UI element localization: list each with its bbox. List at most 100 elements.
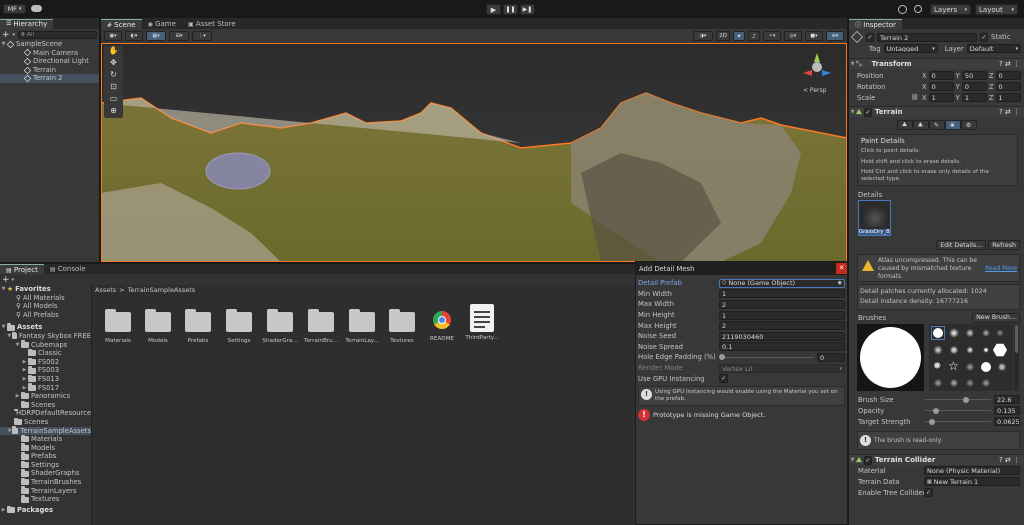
layout-dropdown[interactable]: Layout ▾	[975, 4, 1018, 15]
tab-hierarchy[interactable]: ☰ Hierarchy	[0, 18, 54, 29]
move-tool-icon[interactable]: ✥	[104, 58, 123, 70]
collider-enabled-checkbox[interactable]: ✓	[863, 455, 872, 465]
min-height-field[interactable]: 1	[719, 310, 845, 320]
max-width-field[interactable]: 2	[719, 299, 845, 309]
brush-swatch[interactable]	[949, 345, 959, 355]
target-strength-field[interactable]: 0.0625	[994, 417, 1020, 426]
scale-z-field[interactable]: 1	[995, 93, 1021, 102]
history-icon[interactable]	[898, 5, 907, 14]
static-checkbox[interactable]: ✓	[980, 32, 988, 42]
brush-size-slider[interactable]	[925, 396, 991, 404]
terrain-header[interactable]: ▼ ⛰ ✓ Terrain ? ⇄ ⋮	[849, 106, 1024, 117]
layer-dropdown[interactable]: Default ▾	[966, 44, 1021, 53]
brush-swatch[interactable]: ☆	[948, 360, 960, 372]
transform-header[interactable]: ▼ ⤡ Transform ? ⇄ ⋮	[849, 58, 1024, 69]
orientation-gizmo-icon[interactable]	[801, 51, 833, 83]
tree-folder[interactable]: Models	[0, 443, 91, 453]
rotate-tool-icon[interactable]: ↻	[104, 70, 123, 82]
gpu-instancing-checkbox[interactable]: ✓	[719, 374, 728, 384]
read-more-link[interactable]: Read More	[985, 265, 1017, 272]
tag-dropdown[interactable]: Untagged ▾	[883, 44, 938, 53]
brush-swatch[interactable]	[933, 345, 943, 355]
position-z-field[interactable]: 0	[995, 71, 1021, 80]
enable-tree-colliders-checkbox[interactable]: ✓	[924, 488, 933, 497]
lighting-button[interactable]: ✦	[733, 31, 745, 41]
paint-trees-tool-icon[interactable]: ♣	[912, 120, 929, 130]
step-button[interactable]: ▶❚	[520, 4, 535, 15]
min-width-field[interactable]: 1	[719, 289, 845, 299]
brush-swatch-selected[interactable]	[931, 326, 945, 340]
cloud-icon[interactable]	[31, 5, 42, 12]
hole-edge-padding-field[interactable]: 0	[817, 352, 845, 362]
tree-folder[interactable]: Settings	[0, 460, 91, 470]
breadcrumb-item[interactable]: TerrainSampleAssets	[128, 286, 196, 294]
scale-x-field[interactable]: 1	[928, 93, 954, 102]
tree-folder[interactable]: ▼ Fantasy Skybox FREE	[0, 331, 91, 341]
add-icon[interactable]: +	[2, 30, 10, 40]
brush-swatch[interactable]	[965, 345, 975, 355]
brush-swatch[interactable]	[949, 328, 959, 338]
effects-button[interactable]: ✧▾	[763, 31, 781, 41]
tab-scene[interactable]: # Scene	[101, 18, 142, 29]
packages-header[interactable]: ▶ Packages	[0, 505, 91, 515]
asset-folder[interactable]: Materials	[100, 309, 136, 344]
brush-size-field[interactable]: 22.6	[994, 395, 1020, 404]
scene-viewport[interactable]: ✋ ✥ ↻ ⊡ ▭ ⊕ < Persp	[101, 43, 847, 262]
detail-prefab-field[interactable]: ⬡ None (Game Object) ◉	[719, 278, 845, 288]
tree-folder[interactable]: Textures	[0, 495, 91, 504]
asset-readme[interactable]: README	[424, 309, 460, 342]
scale-y-field[interactable]: 1	[961, 93, 987, 102]
scale-tool-icon[interactable]: ⊡	[104, 82, 123, 94]
brush-swatch[interactable]	[981, 328, 991, 338]
constrain-proportions-icon[interactable]: ⛓	[911, 94, 920, 101]
brush-grid-scrollbar[interactable]	[1014, 324, 1019, 391]
slider-handle[interactable]	[928, 418, 935, 425]
create-icon[interactable]: +	[2, 275, 10, 285]
tree-folder[interactable]: ▶ Panoramics	[0, 391, 91, 401]
search-icon[interactable]	[914, 5, 922, 13]
tree-folder[interactable]: HDRPDefaultResources	[0, 409, 95, 418]
raise-terrain-tool-icon[interactable]: ⛰	[896, 120, 913, 130]
edit-details-button[interactable]: Edit Details...	[936, 240, 987, 250]
gizmos-button[interactable]: ⊕▾	[826, 31, 844, 41]
rotation-x-field[interactable]: 0	[928, 82, 954, 91]
brush-swatch[interactable]	[965, 362, 975, 372]
tree-folder[interactable]: Scenes	[0, 400, 91, 410]
detail-prototype-item[interactable]: GrassDry_B	[858, 200, 891, 236]
brush-swatch[interactable]	[965, 328, 975, 338]
layers-dropdown[interactable]: Layers ▾	[930, 4, 971, 15]
tree-folder[interactable]: TerrainBrushes	[0, 477, 91, 487]
tree-folder[interactable]: Scenes	[0, 417, 91, 427]
tree-folder[interactable]: ▶ FS003	[0, 366, 91, 375]
breadcrumb-item[interactable]: Assets	[95, 286, 116, 294]
noise-spread-field[interactable]: 0.1	[719, 342, 845, 352]
tree-folder[interactable]: ShaderGraphs	[0, 469, 91, 478]
brush-swatch[interactable]	[995, 328, 1005, 338]
asset-folder[interactable]: TerrainLay...	[344, 309, 380, 344]
slider-handle[interactable]	[932, 407, 939, 414]
refresh-button[interactable]: Refresh	[988, 240, 1020, 250]
rotation-z-field[interactable]: 0	[995, 82, 1021, 91]
asset-document[interactable]: ThirdParty...	[464, 304, 500, 341]
pause-button[interactable]: ❚❚	[503, 4, 518, 15]
terrain-data-field[interactable]: ▦ New Terrain 1	[924, 477, 1020, 486]
slider-handle[interactable]	[963, 396, 970, 403]
position-y-field[interactable]: 50	[961, 71, 987, 80]
tab-inspector[interactable]: ⓘ Inspector	[849, 18, 902, 29]
brush-swatch[interactable]	[965, 378, 975, 388]
brush-swatch[interactable]	[981, 362, 991, 372]
assets-header[interactable]: ▼ Assets	[0, 323, 91, 332]
favorite-item[interactable]: ⚲ All Models	[0, 302, 91, 311]
account-button[interactable]: MF ▾	[3, 4, 26, 14]
favorites-header[interactable]: ▼ ★ Favorites	[0, 285, 91, 294]
opacity-slider[interactable]	[925, 407, 991, 415]
camera-button[interactable]: ■▾	[805, 31, 823, 41]
active-checkbox[interactable]: ✓	[866, 32, 874, 42]
perspective-label[interactable]: < Persp	[803, 87, 826, 94]
tree-folder[interactable]: ▶ FS017	[0, 383, 91, 393]
audio-button[interactable]: ♪	[748, 31, 760, 41]
hierarchy-item-selected[interactable]: Terrain 2	[0, 74, 99, 83]
terrain-settings-tool-icon[interactable]: ⚙	[960, 120, 977, 130]
hierarchy-item[interactable]: Directional Light	[0, 57, 99, 66]
hidden-objects-button[interactable]: ◎▾	[784, 31, 802, 41]
